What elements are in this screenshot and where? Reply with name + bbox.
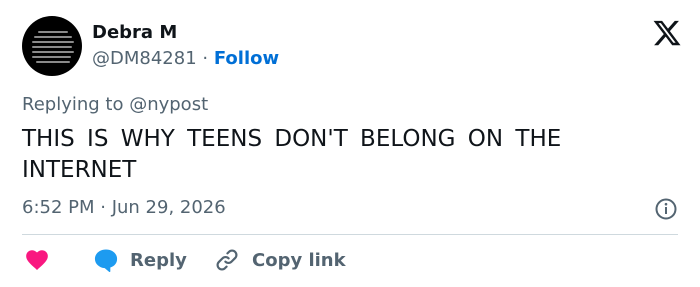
divider (22, 234, 678, 235)
display-name[interactable]: Debra M (92, 22, 177, 44)
like-button[interactable] (24, 246, 50, 274)
tweet-text: THIS IS WHY TEENS DON'T BELONG ON THE IN… (22, 126, 562, 183)
reply-button[interactable]: Reply (92, 246, 187, 274)
avatar-image-text (32, 31, 74, 66)
handle-row: @DM84281 · Follow (92, 47, 279, 71)
tweet-timestamp[interactable]: 6:52 PM · Jun 29, 2026 (22, 196, 226, 220)
reply-bubble-icon (94, 249, 118, 273)
copy-link-button[interactable]: Copy link (214, 246, 346, 274)
link-icon (216, 249, 238, 271)
follow-button[interactable]: Follow (214, 48, 279, 69)
avatar[interactable] (22, 16, 82, 76)
replying-to: Replying to @nypost (22, 94, 209, 115)
separator-dot: · (202, 48, 209, 69)
reply-label: Reply (130, 249, 187, 271)
heart-icon (26, 250, 48, 270)
copy-link-label: Copy link (252, 249, 346, 271)
user-handle[interactable]: @DM84281 (92, 48, 197, 69)
x-logo-icon[interactable] (652, 18, 682, 48)
tweet-header: Debra M @DM84281 · Follow (22, 16, 682, 78)
info-icon[interactable] (654, 197, 678, 221)
